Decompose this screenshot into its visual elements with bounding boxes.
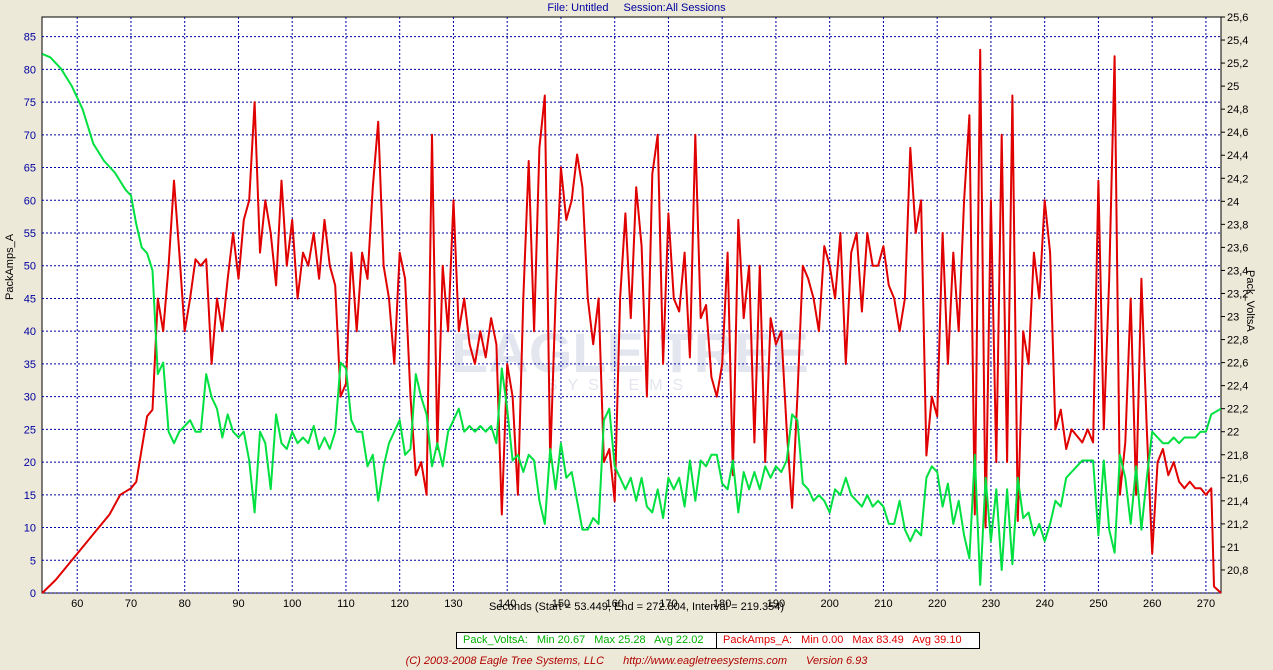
y-right-tick-label: 21,8 [1227,450,1248,462]
y-right-tick-label: 23,6 [1227,242,1248,254]
y-right-tick-label: 22,8 [1227,335,1248,347]
y-left-tick-label: 35 [24,359,36,371]
y-left-tick-label: 80 [24,64,36,76]
footer: (C) 2003-2008 Eagle Tree Systems, LLC ht… [0,655,1273,667]
y-left-tick-label: 60 [24,195,36,207]
y-left-tick-label: 70 [24,130,36,142]
y-right-tick-label: 21,4 [1227,496,1248,508]
y-left-tick-label: 0 [30,588,36,600]
y-right-tick-label: 24 [1227,196,1239,208]
y-left-tick-label: 40 [24,326,36,338]
y-left-tick-label: 30 [24,392,36,404]
y-right-tick-label: 22,6 [1227,358,1248,370]
x-axis-label: Seconds (Start = 53.449, End = 272.804, … [488,601,785,613]
volts-stats-max: Max 25.28 [594,634,646,646]
y-left-tick-label: 15 [24,490,36,502]
y-left-tick-label: 50 [24,261,36,273]
y-right-tick-label: 21,6 [1227,473,1248,485]
chart-header: File: Untitled Session:All Sessions [0,2,1273,14]
y-right-tick-label: 20,8 [1227,565,1248,577]
amps-stats-name: PackAmps_A: [723,634,793,646]
y-right-tick-label: 21,2 [1227,519,1248,531]
y-left-tick-label: 85 [24,32,36,44]
y-right-tick-label: 25 [1227,81,1239,93]
y-right-tick-label: 24,2 [1227,173,1248,185]
amps-stats-avg: Avg 39.10 [912,634,962,646]
amps-stats-max: Max 83.49 [852,634,904,646]
y-right-tick-label: 21 [1227,542,1239,554]
y-right-tick-label: 22 [1227,427,1239,439]
session-label: Session:All Sessions [623,2,726,14]
y-right-tick-label: 24,6 [1227,127,1248,139]
y-left-tick-label: 55 [24,228,36,240]
y-left-tick-label: 45 [24,293,36,305]
y-left-tick-label: 25 [24,424,36,436]
y-axis-right-label: Pack_VoltsA [1244,270,1256,332]
y-right-tick-label: 24,8 [1227,104,1248,116]
y-left-tick-label: 75 [24,97,36,109]
footer-url[interactable]: http://www.eagletreesystems.com [623,655,787,667]
y-right-tick-label: 22,2 [1227,404,1248,416]
y-right-tick-label: 23,8 [1227,219,1248,231]
volts-stats-min: Min 20.67 [536,634,586,646]
y-right-tick-label: 25,4 [1227,35,1248,47]
y-right-tick-label: 23 [1227,312,1239,324]
chart: EAGLE TREE SYSTEMS 60 70 80 90 100 110 120 130 1… [24,12,1249,610]
y-left-tick-label: 20 [24,457,36,469]
footer-version: Version 6.93 [806,655,868,667]
y-right-tick-label: 22,4 [1227,381,1248,393]
watermark-subtext: SYSTEMS [547,377,693,394]
y-axis-left-label: PackAmps_A [4,233,16,300]
file-label: File: Untitled [547,2,609,14]
watermark-text: EAGLE TREE [451,321,809,384]
volts-stats-box: Pack_VoltsA: Min 20.67 Max 25.28 Avg 22.… [456,632,722,649]
y-left-tick-label: 5 [30,555,36,567]
y-right-tick-label: 25,2 [1227,58,1248,70]
amps-stats-min: Min 0.00 [801,634,844,646]
amps-stats-box: PackAmps_A: Min 0.00 Max 83.49 Avg 39.10 [716,632,980,649]
volts-stats-avg: Avg 22.02 [654,634,704,646]
y-left-tick-label: 65 [24,163,36,175]
y-left-tick-label: 10 [24,523,36,535]
footer-copyright: (C) 2003-2008 Eagle Tree Systems, LLC [405,655,605,667]
volts-stats-name: Pack_VoltsA: [463,634,528,646]
y-right-tick-label: 24,4 [1227,150,1248,162]
